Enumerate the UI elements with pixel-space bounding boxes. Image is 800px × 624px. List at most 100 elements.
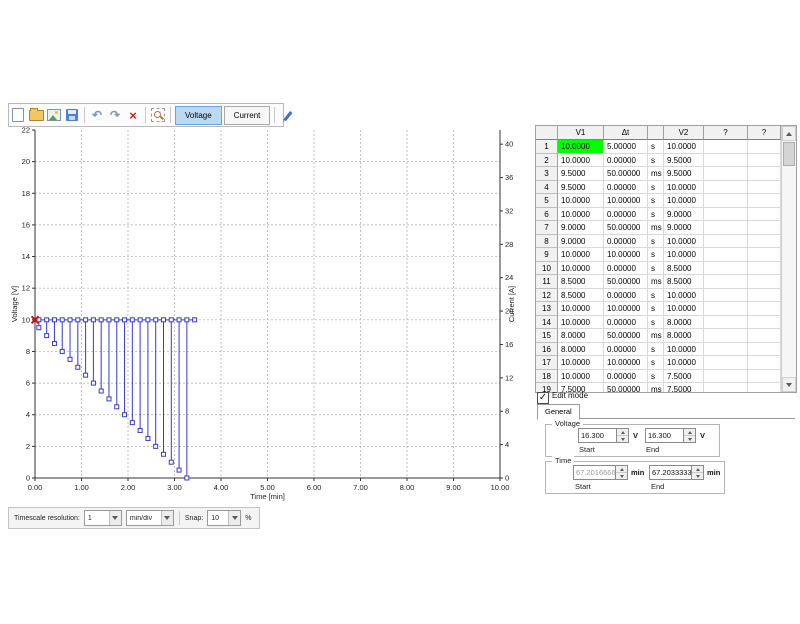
- table-cell[interactable]: [704, 343, 748, 357]
- table-cell[interactable]: 8.0000: [558, 343, 604, 357]
- snap-select[interactable]: 10: [207, 510, 241, 526]
- zoom-selection-button[interactable]: [149, 106, 167, 124]
- row-number[interactable]: 6: [536, 208, 558, 222]
- sequence-table[interactable]: V1ΔtV2??110.00005.00000s10.0000210.00000…: [535, 125, 797, 393]
- table-cell[interactable]: [748, 316, 781, 330]
- spin-up-icon[interactable]: [684, 429, 695, 436]
- table-cell[interactable]: s: [648, 302, 664, 316]
- export-image-button[interactable]: [45, 106, 63, 124]
- table-cell[interactable]: [704, 194, 748, 208]
- table-cell[interactable]: 10.00000: [604, 356, 648, 370]
- timescale-resolution-select[interactable]: 1: [84, 510, 122, 526]
- table-cell[interactable]: 10.0000: [558, 194, 604, 208]
- table-cell[interactable]: [704, 248, 748, 262]
- timescale-unit-select[interactable]: min/div: [126, 510, 174, 526]
- table-cell[interactable]: 10.0000: [664, 235, 704, 249]
- table-cell[interactable]: 10.0000: [558, 262, 604, 276]
- table-cell[interactable]: [704, 316, 748, 330]
- table-cell[interactable]: 10.0000: [558, 316, 604, 330]
- voltage-start-spinner[interactable]: 16.300: [578, 428, 629, 443]
- row-number[interactable]: 16: [536, 343, 558, 357]
- table-cell[interactable]: s: [648, 154, 664, 168]
- table-cell[interactable]: 9.0000: [664, 221, 704, 235]
- table-cell[interactable]: 8.5000: [664, 262, 704, 276]
- table-cell[interactable]: [704, 329, 748, 343]
- vertical-scrollbar[interactable]: [781, 126, 796, 392]
- table-cell[interactable]: 10.0000: [664, 194, 704, 208]
- table-cell[interactable]: 50.00000: [604, 221, 648, 235]
- voltage-profile-chart[interactable]: 024681012141618202204812162024283236400.…: [8, 126, 520, 506]
- table-cell[interactable]: s: [648, 248, 664, 262]
- table-cell[interactable]: [748, 262, 781, 276]
- row-number[interactable]: 1: [536, 140, 558, 154]
- tab-general[interactable]: General: [537, 404, 580, 420]
- table-cell[interactable]: [748, 329, 781, 343]
- row-number[interactable]: 7: [536, 221, 558, 235]
- table-cell[interactable]: 0.00000: [604, 370, 648, 384]
- table-cell[interactable]: [748, 167, 781, 181]
- table-cell[interactable]: ms: [648, 167, 664, 181]
- table-cell[interactable]: ms: [648, 383, 664, 393]
- row-number[interactable]: 12: [536, 289, 558, 303]
- table-cell[interactable]: [748, 370, 781, 384]
- row-number[interactable]: 2: [536, 154, 558, 168]
- delete-button[interactable]: ×: [124, 106, 142, 124]
- table-cell[interactable]: [704, 154, 748, 168]
- table-cell[interactable]: [748, 302, 781, 316]
- table-cell[interactable]: [704, 235, 748, 249]
- table-cell[interactable]: [704, 181, 748, 195]
- table-cell[interactable]: [704, 289, 748, 303]
- table-cell[interactable]: [748, 248, 781, 262]
- table-cell[interactable]: 0.00000: [604, 235, 648, 249]
- table-cell[interactable]: 9.0000: [558, 235, 604, 249]
- table-cell[interactable]: 0.00000: [604, 316, 648, 330]
- row-number[interactable]: 9: [536, 248, 558, 262]
- table-cell[interactable]: 10.0000: [664, 248, 704, 262]
- scrollbar-thumb[interactable]: [783, 142, 795, 166]
- table-cell[interactable]: 50.00000: [604, 167, 648, 181]
- pen-tool-button[interactable]: [278, 106, 296, 124]
- row-number[interactable]: 5: [536, 194, 558, 208]
- table-cell[interactable]: [748, 383, 781, 393]
- row-number[interactable]: 17: [536, 356, 558, 370]
- row-number[interactable]: 13: [536, 302, 558, 316]
- table-cell[interactable]: s: [648, 235, 664, 249]
- table-cell[interactable]: [704, 221, 748, 235]
- table-cell[interactable]: [748, 289, 781, 303]
- table-cell[interactable]: 0.00000: [604, 181, 648, 195]
- table-cell[interactable]: [748, 140, 781, 154]
- table-cell[interactable]: 9.0000: [558, 221, 604, 235]
- table-cell[interactable]: 0.00000: [604, 343, 648, 357]
- table-cell[interactable]: [748, 235, 781, 249]
- table-cell[interactable]: [704, 383, 748, 393]
- table-cell[interactable]: 10.0000: [664, 140, 704, 154]
- table-cell[interactable]: 10.0000: [664, 289, 704, 303]
- table-cell[interactable]: 10.0000: [558, 208, 604, 222]
- table-cell[interactable]: s: [648, 370, 664, 384]
- table-cell[interactable]: 50.00000: [604, 275, 648, 289]
- table-cell[interactable]: [704, 140, 748, 154]
- table-cell[interactable]: 10.00000: [604, 194, 648, 208]
- row-number[interactable]: 14: [536, 316, 558, 330]
- table-cell[interactable]: 10.0000: [558, 370, 604, 384]
- table-cell[interactable]: ms: [648, 275, 664, 289]
- table-cell[interactable]: 0.00000: [604, 289, 648, 303]
- table-cell[interactable]: [748, 356, 781, 370]
- table-cell[interactable]: [748, 181, 781, 195]
- spin-up-icon[interactable]: [692, 466, 703, 473]
- table-cell[interactable]: [704, 262, 748, 276]
- spin-up-icon[interactable]: [617, 429, 628, 436]
- table-cell[interactable]: 50.00000: [604, 329, 648, 343]
- table-cell[interactable]: 9.5000: [664, 154, 704, 168]
- scroll-up-button[interactable]: [782, 126, 796, 141]
- table-cell[interactable]: [748, 275, 781, 289]
- table-cell[interactable]: 8.0000: [664, 316, 704, 330]
- table-cell[interactable]: [748, 194, 781, 208]
- table-cell[interactable]: 8.5000: [558, 275, 604, 289]
- table-cell[interactable]: [704, 370, 748, 384]
- row-number[interactable]: 15: [536, 329, 558, 343]
- table-cell[interactable]: s: [648, 356, 664, 370]
- table-cell[interactable]: ms: [648, 329, 664, 343]
- table-cell[interactable]: s: [648, 343, 664, 357]
- row-number[interactable]: 8: [536, 235, 558, 249]
